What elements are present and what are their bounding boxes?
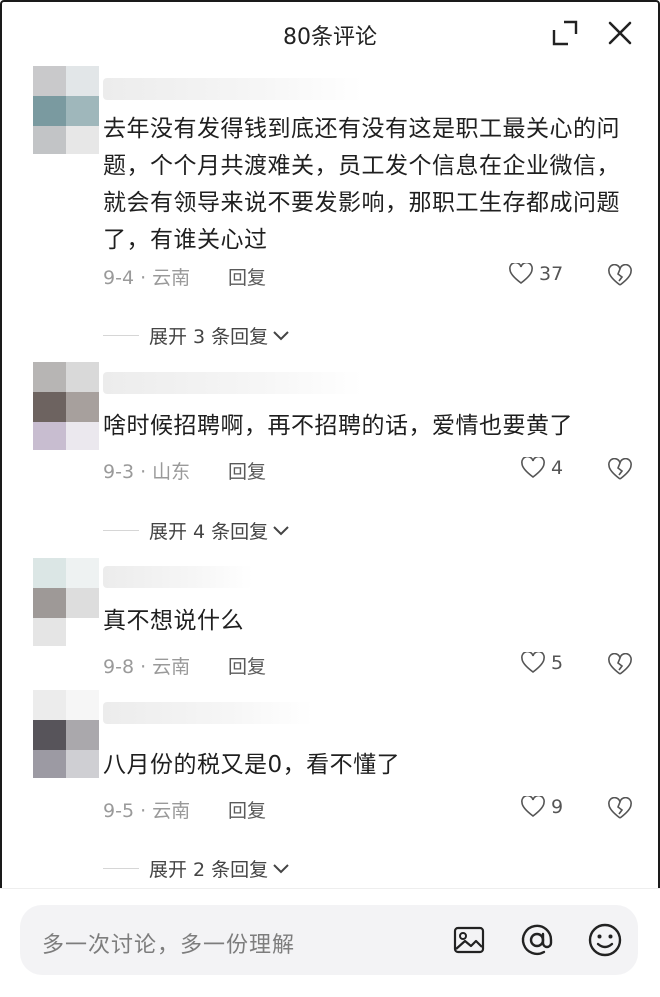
like-count: 4	[551, 457, 564, 479]
avatar[interactable]	[33, 558, 99, 646]
like-button[interactable]: 37	[509, 263, 563, 285]
heart-outline-icon	[521, 652, 545, 674]
broken-heart-icon[interactable]	[608, 653, 632, 677]
username-blurred[interactable]	[103, 702, 313, 724]
avatar[interactable]	[33, 362, 99, 450]
expand-replies-label: 展开 4 条回复	[149, 521, 269, 543]
fullscreen-icon[interactable]	[552, 20, 578, 46]
comment-meta: 9-4 · 云南	[103, 267, 191, 289]
broken-heart-icon[interactable]	[608, 797, 632, 821]
username-blurred[interactable]	[103, 372, 363, 394]
heart-outline-icon	[521, 796, 545, 818]
like-count: 5	[551, 652, 564, 674]
comment-input-placeholder: 多一次讨论，多一份理解	[42, 933, 296, 958]
like-count: 37	[539, 263, 564, 285]
chevron-down-icon	[273, 330, 289, 340]
at-icon[interactable]	[518, 921, 556, 959]
username-blurred[interactable]	[103, 78, 363, 100]
comment-input[interactable]: 多一次讨论，多一份理解	[20, 905, 638, 975]
expand-replies-button[interactable]: 展开 4 条回复	[103, 517, 290, 544]
avatar[interactable]	[33, 690, 99, 778]
avatar[interactable]	[33, 66, 99, 154]
comment-text: 八月份的税又是0，看不懂了	[103, 752, 401, 778]
comment-meta: 9-5 · 云南	[103, 800, 191, 822]
expand-replies-button[interactable]: 展开 3 条回复	[103, 322, 290, 349]
reply-button: 回复	[228, 267, 267, 289]
reply-button: 回复	[228, 461, 267, 483]
reply-button: 回复	[228, 656, 267, 678]
divider-line	[103, 335, 139, 336]
like-count: 9	[551, 796, 564, 818]
like-button[interactable]: 4	[521, 457, 563, 479]
close-icon[interactable]	[606, 19, 634, 47]
comment-text: 去年没有发得钱到底还有没有这是职工最关心的问题，个个月共渡难关，员工发个信息在企…	[103, 116, 620, 253]
like-button[interactable]: 5	[521, 652, 563, 674]
broken-heart-icon[interactable]	[608, 458, 632, 482]
comment-text: 啥时候招聘啊，再不招聘的话，爱情也要黄了	[103, 413, 573, 439]
emoji-icon[interactable]	[586, 921, 624, 959]
comments-header: 80条评论	[0, 0, 660, 64]
divider-line	[103, 530, 139, 531]
heart-outline-icon	[521, 457, 545, 479]
broken-heart-icon[interactable]	[608, 264, 632, 288]
image-icon[interactable]	[450, 921, 488, 959]
chevron-down-icon	[273, 525, 289, 535]
expand-replies-label: 展开 2 条回复	[149, 859, 269, 881]
comment-meta: 9-3 · 山东	[103, 461, 191, 483]
chevron-down-icon	[273, 863, 289, 873]
heart-outline-icon	[509, 263, 533, 285]
reply-button: 回复	[228, 800, 267, 822]
expand-replies-button[interactable]: 展开 2 条回复	[103, 855, 290, 882]
divider-line	[103, 868, 139, 869]
expand-replies-label: 展开 3 条回复	[149, 326, 269, 348]
comment-meta: 9-8 · 云南	[103, 656, 191, 678]
comment-text: 真不想说什么	[103, 608, 244, 634]
like-button[interactable]: 9	[521, 796, 563, 818]
comment-composer: 多一次讨论，多一份理解	[0, 888, 660, 997]
username-blurred[interactable]	[103, 566, 253, 588]
